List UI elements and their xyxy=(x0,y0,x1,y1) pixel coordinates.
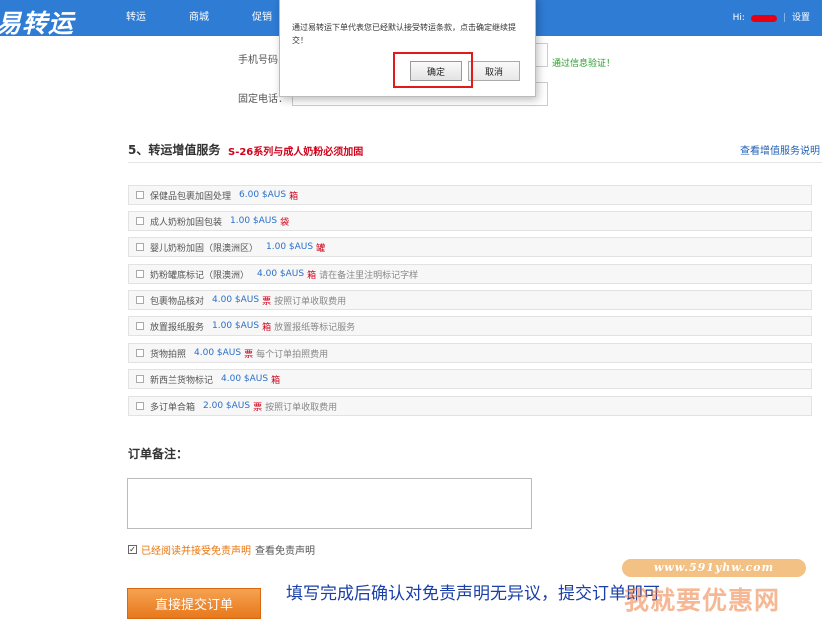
service-name: 婴儿奶粉加固（限澳洲区） xyxy=(150,241,258,254)
service-name: 放置报纸服务 xyxy=(150,320,204,333)
section-divider xyxy=(128,162,822,163)
redacted-username xyxy=(751,15,777,22)
remarks-title: 订单备注： xyxy=(128,445,188,462)
service-note: 按照订单收取费用 xyxy=(274,294,346,307)
greeting-label: Hi: xyxy=(733,0,745,36)
service-price: 6.00 $AUS xyxy=(239,190,286,200)
agreement-text[interactable]: 已经阅读并接受免责声明 xyxy=(141,542,251,557)
disclaimer-link[interactable]: 查看免责声明 xyxy=(255,542,315,557)
service-unit: 罐 xyxy=(316,241,325,254)
service-unit: 箱 xyxy=(307,268,316,281)
instruction-caption: 填写完成后确认对免责声明无异议，提交订单即可 xyxy=(286,579,660,604)
watermark-brand: 我就要优惠网 xyxy=(624,581,780,617)
service-name: 包裹物品核对 xyxy=(150,294,204,307)
annotation-highlight-box xyxy=(393,52,473,88)
service-row[interactable]: 成人奶粉加固包装 1.00 $AUS 袋 xyxy=(128,211,812,231)
service-unit: 箱 xyxy=(289,189,298,202)
service-unit: 票 xyxy=(244,347,253,360)
service-row[interactable]: 奶粉罐底标记（限澳洲） 4.00 $AUS 箱 请在备注里注明标记字样 xyxy=(128,264,812,284)
service-note: 放置报纸等标记服务 xyxy=(274,320,355,333)
remarks-textarea[interactable] xyxy=(127,478,532,529)
service-name: 货物拍照 xyxy=(150,347,186,360)
service-checkbox[interactable] xyxy=(136,322,144,330)
user-menu: Hi: | 设置 xyxy=(733,0,810,36)
service-checkbox[interactable] xyxy=(136,375,144,383)
service-unit: 袋 xyxy=(280,215,289,228)
service-unit: 票 xyxy=(253,400,262,413)
service-checkbox[interactable] xyxy=(136,349,144,357)
service-unit: 箱 xyxy=(271,373,280,386)
service-name: 成人奶粉加固包装 xyxy=(150,215,222,228)
service-price: 2.00 $AUS xyxy=(203,401,250,411)
service-checkbox[interactable] xyxy=(136,402,144,410)
service-price: 1.00 $AUS xyxy=(230,216,277,226)
services-section-title: 5、转运增值服务 xyxy=(128,141,220,158)
service-name: 奶粉罐底标记（限澳洲） xyxy=(150,268,249,281)
service-price: 4.00 $AUS xyxy=(221,374,268,384)
settings-link[interactable]: 设置 xyxy=(792,0,810,36)
agreement-checkbox[interactable]: ✓ xyxy=(128,545,137,554)
service-row[interactable]: 货物拍照 4.00 $AUS 票 每个订单拍照费用 xyxy=(128,343,812,363)
service-name: 新西兰货物标记 xyxy=(150,373,213,386)
service-checkbox[interactable] xyxy=(136,270,144,278)
nav-item-promotions[interactable]: 促销 xyxy=(252,0,272,36)
service-row[interactable]: 婴儿奶粉加固（限澳洲区） 1.00 $AUS 罐 xyxy=(128,237,812,257)
service-checkbox[interactable] xyxy=(136,191,144,199)
nav-item-forwarding[interactable]: 转运 xyxy=(126,0,146,36)
service-name: 多订单合箱 xyxy=(150,400,195,413)
service-price: 1.00 $AUS xyxy=(266,242,313,252)
submit-order-button[interactable]: 直接提交订单 xyxy=(127,588,261,619)
nav-divider: | xyxy=(783,0,786,36)
nav-item-mall[interactable]: 商城 xyxy=(189,0,209,36)
service-row[interactable]: 保健品包裹加固处理 6.00 $AUS 箱 xyxy=(128,185,812,205)
agreement-row: ✓ 已经阅读并接受免责声明 查看免责声明 xyxy=(128,542,315,557)
service-checkbox[interactable] xyxy=(136,243,144,251)
service-unit: 箱 xyxy=(262,320,271,333)
services-warning-note: S-26系列与成人奶粉必须加固 xyxy=(228,143,363,158)
watermark-url: www.591yhw.com xyxy=(622,559,806,577)
service-unit: 票 xyxy=(262,294,271,307)
dialog-cancel-button[interactable]: 取消 xyxy=(468,61,520,81)
service-name: 保健品包裹加固处理 xyxy=(150,189,231,202)
service-row[interactable]: 多订单合箱 2.00 $AUS 票 按照订单收取费用 xyxy=(128,396,812,416)
service-price: 4.00 $AUS xyxy=(194,348,241,358)
service-price: 1.00 $AUS xyxy=(212,321,259,331)
service-note: 每个订单拍照费用 xyxy=(256,347,328,360)
service-row[interactable]: 放置报纸服务 1.00 $AUS 箱 放置报纸等标记服务 xyxy=(128,316,812,336)
service-help-link[interactable]: 查看增值服务说明 xyxy=(740,142,820,157)
verify-status-text: 通过信息验证！ xyxy=(552,56,615,69)
service-checkbox[interactable] xyxy=(136,217,144,225)
dialog-message: 通过易转运下单代表您已经默认接受转运条款，点击确定继续提交！ xyxy=(292,21,528,47)
service-note: 请在备注里注明标记字样 xyxy=(319,268,418,281)
service-checkbox[interactable] xyxy=(136,296,144,304)
service-note: 按照订单收取费用 xyxy=(265,400,337,413)
service-row[interactable]: 包裹物品核对 4.00 $AUS 票 按照订单收取费用 xyxy=(128,290,812,310)
service-price: 4.00 $AUS xyxy=(257,269,304,279)
service-price: 4.00 $AUS xyxy=(212,295,259,305)
service-row[interactable]: 新西兰货物标记 4.00 $AUS 箱 xyxy=(128,369,812,389)
site-logo[interactable]: 易转运 xyxy=(0,4,74,40)
